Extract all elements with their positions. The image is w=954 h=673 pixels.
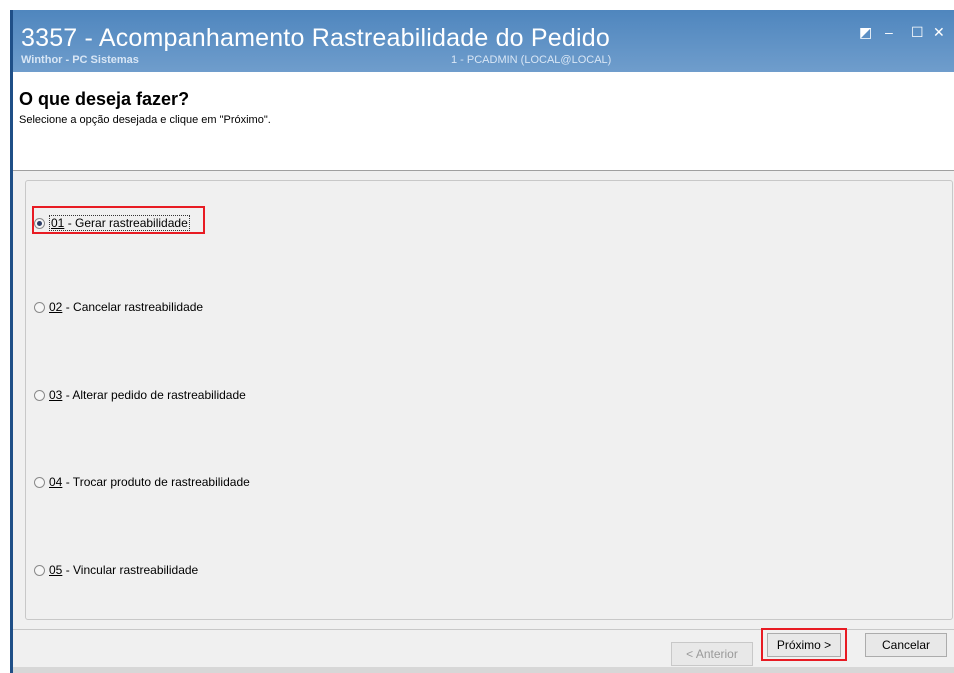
option-label: 05 - Vincular rastreabilidade: [49, 563, 199, 577]
option-02[interactable]: 02 - Cancelar rastreabilidade: [34, 300, 203, 314]
minimize-icon[interactable]: –: [885, 24, 893, 40]
options-panel: 01 - Gerar rastreabilidade 02 - Cancelar…: [25, 180, 953, 620]
wizard-window: 3357 - Acompanhamento Rastreabilidade do…: [10, 10, 954, 673]
title-bar: 3357 - Acompanhamento Rastreabilidade do…: [13, 10, 954, 72]
user-info: 1 - PCADMIN (LOCAL@LOCAL): [451, 54, 612, 66]
radio-button[interactable]: [34, 217, 45, 229]
wizard-header: O que deseja fazer? Selecione a opção de…: [13, 72, 954, 171]
radio-button[interactable]: [34, 476, 45, 488]
option-05[interactable]: 05 - Vincular rastreabilidade: [34, 563, 198, 577]
option-03[interactable]: 03 - Alterar pedido de rastreabilidade: [34, 388, 246, 402]
top-strip: [0, 0, 954, 10]
radio-button[interactable]: [34, 301, 45, 313]
option-label: 03 - Alterar pedido de rastreabilidade: [49, 388, 246, 402]
cancel-button[interactable]: Cancelar: [865, 633, 947, 657]
next-button[interactable]: Próximo >: [767, 633, 841, 657]
option-01[interactable]: 01 - Gerar rastreabilidade: [34, 215, 190, 231]
wizard-instruction: Selecione a opção desejada e clique em "…: [19, 114, 271, 126]
radio-button[interactable]: [34, 389, 45, 401]
window-title: 3357 - Acompanhamento Rastreabilidade do…: [21, 24, 610, 52]
window-bottom-edge: [13, 667, 954, 673]
app-subtitle: Winthor - PC Sistemas: [21, 54, 139, 66]
radio-button[interactable]: [34, 564, 45, 576]
restore-icon[interactable]: ◩: [859, 24, 872, 41]
option-04[interactable]: 04 - Trocar produto de rastreabilidade: [34, 475, 250, 489]
previous-button[interactable]: < Anterior: [671, 642, 753, 666]
option-label: 04 - Trocar produto de rastreabilidade: [49, 475, 250, 489]
option-label: 01 - Gerar rastreabilidade: [49, 215, 190, 231]
maximize-icon[interactable]: ☐: [911, 24, 924, 41]
option-label: 02 - Cancelar rastreabilidade: [49, 300, 204, 314]
close-icon[interactable]: ✕: [933, 24, 945, 41]
wizard-heading: O que deseja fazer?: [19, 89, 190, 109]
